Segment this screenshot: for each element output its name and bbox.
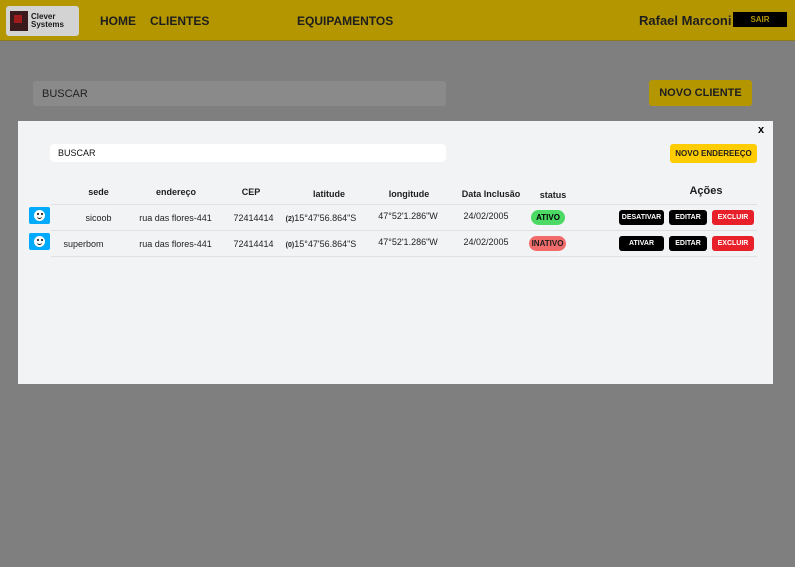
user-name: Rafael Marconi — [639, 13, 732, 28]
logo-text: Clever Systems — [31, 12, 64, 29]
deactivate-button[interactable]: DESATIVAR — [619, 210, 664, 225]
table-row: superbom rua das flores-441 72414414 (0)… — [29, 231, 757, 257]
column-header-longitude: longitude — [388, 189, 430, 199]
cell-data-inclusao: 24/02/2005 — [463, 237, 509, 247]
cell-endereco: rua das flores-441 — [139, 213, 212, 223]
activate-button[interactable]: ATIVAR — [619, 236, 664, 251]
status-badge-active: ATIVO — [531, 210, 565, 225]
new-address-button[interactable]: NOVO ENDEREEÇO — [670, 144, 757, 163]
cell-longitude: 47°52'1.286"W — [378, 237, 438, 247]
status-badge-inactive: INATIVO — [529, 236, 566, 251]
delete-button[interactable]: EXCLUIR — [712, 210, 754, 225]
addresses-table: sede endereço CEP latitude longitude Dat… — [29, 178, 757, 257]
cell-sede: superbom — [63, 239, 104, 249]
close-icon[interactable]: x — [758, 124, 764, 136]
column-header-cep: CEP — [241, 187, 261, 197]
column-header-status: status — [539, 190, 567, 200]
nav-clientes[interactable]: CLIENTES — [150, 14, 209, 28]
logo-icon — [10, 11, 28, 31]
row-index: (2) — [285, 216, 295, 223]
nav-equipamentos[interactable]: EQUIPAMENTOS — [297, 14, 393, 28]
logout-button[interactable]: SAIR — [733, 12, 787, 27]
column-header-acoes: Ações — [689, 185, 723, 197]
cell-cep: 72414414 — [233, 213, 274, 223]
table-header: sede endereço CEP latitude longitude Dat… — [51, 178, 757, 205]
nav-home[interactable]: HOME — [100, 14, 136, 28]
address-search-input[interactable]: BUSCAR — [50, 144, 446, 162]
column-header-data-inclusao: Data Inclusão — [461, 189, 521, 199]
table-row: sicoob rua das flores-441 72414414 (2)15… — [29, 205, 757, 231]
edit-button[interactable]: EDITAR — [669, 210, 707, 225]
avatar-icon — [29, 207, 50, 224]
cell-latitude: (2)15°47'56.864"S — [285, 213, 357, 223]
column-header-endereco: endereço — [155, 187, 197, 197]
avatar-icon — [29, 233, 50, 250]
clever-systems-logo[interactable]: Clever Systems — [6, 6, 79, 36]
client-search-input[interactable]: BUSCAR — [33, 81, 446, 106]
edit-button[interactable]: EDITAR — [669, 236, 707, 251]
column-header-latitude: latitude — [312, 189, 345, 199]
column-header-sede: sede — [88, 187, 109, 197]
cell-data-inclusao: 24/02/2005 — [463, 211, 509, 221]
top-navbar: Clever Systems HOME CLIENTES EQUIPAMENTO… — [0, 0, 795, 41]
cell-longitude: 47°52'1.286"W — [378, 211, 438, 221]
cell-cep: 72414414 — [233, 239, 274, 249]
delete-button[interactable]: EXCLUIR — [712, 236, 754, 251]
row-index: (0) — [285, 242, 295, 249]
new-client-button[interactable]: NOVO CLIENTE — [649, 80, 752, 106]
cell-latitude: (0)15°47'56.864"S — [285, 239, 357, 249]
cell-sede: sicoob — [85, 213, 112, 223]
addresses-modal: x BUSCAR NOVO ENDEREEÇO sede endereço CE… — [18, 121, 773, 384]
cell-endereco: rua das flores-441 — [139, 239, 212, 249]
